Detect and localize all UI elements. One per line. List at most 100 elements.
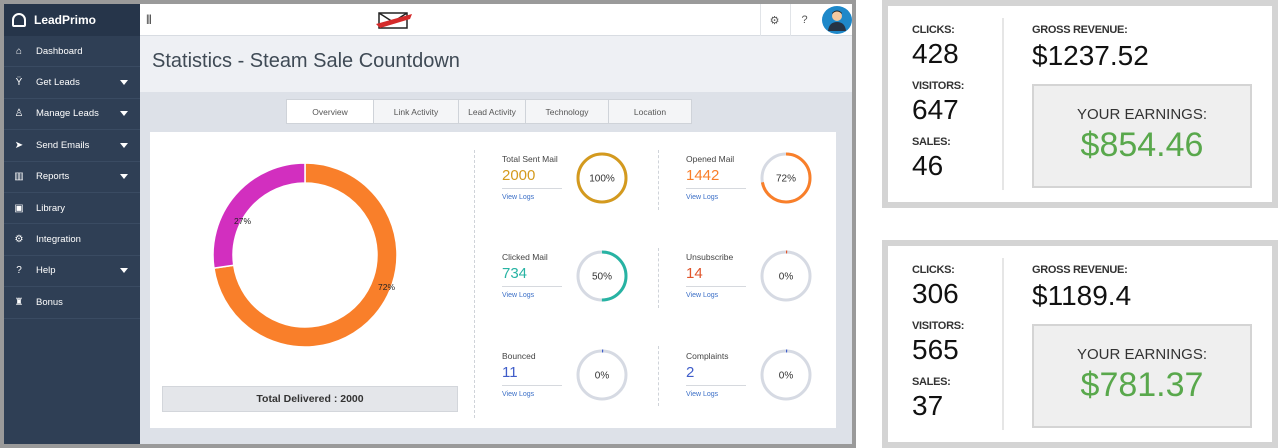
stat-value: 14 [686, 265, 703, 282]
percent-ring: 0% [576, 349, 628, 401]
caret-down-icon[interactable] [120, 174, 128, 180]
settings-button[interactable]: ⚙ [760, 4, 788, 36]
sidebar-item-bonus[interactable]: ♜ Bonus [4, 287, 140, 319]
cogs-icon: ⚙ [14, 234, 24, 246]
home-icon: ⌂ [15, 45, 23, 57]
percent-ring-label: 0% [595, 371, 610, 382]
sidebar-item-help[interactable]: ? Help [4, 256, 140, 288]
gross-revenue-label: GROSS REVENUE: [1032, 24, 1128, 36]
sales-value: 37 [912, 390, 944, 421]
donut-svg [212, 162, 398, 348]
percent-ring-label: 72% [776, 174, 796, 185]
gross-revenue-value: $1237.52 [1032, 40, 1149, 71]
caret-down-icon[interactable] [120, 142, 128, 148]
caret-down-icon[interactable] [120, 111, 128, 117]
gross-revenue-label: GROSS REVENUE: [1032, 264, 1128, 276]
image-icon: ▣ [14, 202, 24, 214]
view-logs-link[interactable]: View Logs [686, 194, 718, 201]
tab-overview[interactable]: Overview [286, 99, 374, 124]
delivery-donut-chart: 72% 27% [210, 160, 400, 350]
earnings-card: CLICKS: 428 VISITORS: 647 SALES: 46 GROSS REVE… [888, 6, 1272, 202]
stat-unsubscribe: Unsubscribe 14 View Logs 0% [686, 250, 836, 322]
user-avatar-icon [828, 10, 846, 31]
stat-value: 1442 [686, 167, 720, 184]
stat-complaints: Complaints 2 View Logs 0% [686, 349, 836, 421]
sidebar-item-label: Manage Leads [36, 108, 99, 120]
visitors-label: VISITORS: [912, 80, 965, 92]
visitors-label: VISITORS: [912, 320, 965, 332]
stat-underline [502, 385, 562, 386]
sidebar-item-manage-leads[interactable]: ♙ Manage Leads [4, 99, 140, 131]
stat-total-sent-mail: Total Sent Mail 2000 View Logs 100% [502, 152, 652, 224]
top-bar: ||| ⚙ ? [140, 4, 852, 36]
card-divider [1002, 18, 1004, 190]
question-icon: ? [801, 14, 808, 26]
stat-label: Complaints [686, 351, 729, 361]
stat-bounced: Bounced 11 View Logs 0% [502, 349, 652, 421]
hamburger-menu-icon[interactable]: ||| [146, 14, 152, 25]
clicks-label: CLICKS: [912, 24, 955, 36]
sidebar-item-label: Reports [36, 171, 70, 183]
percent-ring: 0% [760, 349, 812, 401]
tab-lead-activity[interactable]: Lead Activity [458, 99, 526, 124]
sidebar-item-label: Get Leads [36, 77, 80, 89]
earnings-card-frame: CLICKS: 428 VISITORS: 647 SALES: 46 GROSS REVE… [882, 0, 1278, 208]
sidebar-item-library[interactable]: ▣ Library [4, 193, 140, 225]
stat-label: Opened Mail [686, 154, 735, 164]
percent-ring: 50% [576, 250, 628, 302]
your-earnings-box: YOUR EARNINGS: $781.37 [1032, 324, 1252, 428]
stat-underline [686, 188, 746, 189]
brand-name: LeadPrimo [34, 13, 97, 27]
caret-down-icon[interactable] [120, 268, 128, 274]
divider [474, 150, 475, 418]
sidebar-item-label: Send Emails [36, 139, 90, 151]
view-logs-link[interactable]: View Logs [502, 194, 534, 201]
clicks-value: 306 [912, 278, 959, 309]
view-logs-link[interactable]: View Logs [502, 292, 534, 299]
tab-bar: Overview Link Activity Lead Activity Techno… [286, 99, 692, 124]
stat-underline [686, 385, 746, 386]
stat-underline [686, 286, 746, 287]
brand[interactable]: LeadPrimo [4, 4, 140, 36]
tab-technology[interactable]: Technology [525, 99, 609, 124]
percent-ring-label: 100% [589, 174, 615, 185]
stat-underline [502, 188, 562, 189]
stat-label: Clicked Mail [502, 252, 548, 262]
sidebar-nav: ⌂ Dashboard Ÿ Get Leads ♙ Manage Leads ➤ Send E… [4, 36, 140, 319]
sidebar-item-integration[interactable]: ⚙ Integration [4, 224, 140, 256]
caret-down-icon[interactable] [120, 80, 128, 86]
sidebar-item-get-leads[interactable]: Ÿ Get Leads [4, 67, 140, 99]
help-button[interactable]: ? [790, 4, 818, 36]
your-earnings-value: $781.37 [1080, 366, 1204, 404]
paper-plane-icon: ➤ [14, 139, 24, 151]
stat-underline [502, 286, 562, 287]
sidebar: LeadPrimo ⌂ Dashboard Ÿ Get Leads ♙ Manage Le… [4, 4, 140, 444]
stat-label: Total Sent Mail [502, 154, 558, 164]
your-earnings-label: YOUR EARNINGS: [1076, 106, 1208, 123]
percent-ring: 100% [576, 152, 628, 204]
percent-ring: 72% [760, 152, 812, 204]
sales-value: 46 [912, 150, 944, 181]
sidebar-item-dashboard[interactable]: ⌂ Dashboard [4, 36, 140, 68]
funnel-icon: Ÿ [15, 77, 23, 89]
gross-revenue-value: $1189.4 [1032, 280, 1132, 311]
gear-icon: ⚙ [769, 14, 780, 27]
sidebar-item-reports[interactable]: ▥ Reports [4, 162, 140, 193]
stat-value: 2 [686, 364, 695, 381]
tab-link-activity[interactable]: Link Activity [373, 99, 459, 124]
stat-opened-mail: Opened Mail 1442 View Logs 72% [686, 152, 836, 224]
bar-chart-icon: ▥ [14, 171, 24, 183]
avatar[interactable] [822, 6, 852, 34]
your-earnings-box: YOUR EARNINGS: $854.46 [1032, 84, 1252, 188]
visitors-value: 647 [912, 94, 959, 125]
percent-ring-label: 0% [779, 272, 794, 283]
tab-location[interactable]: Location [608, 99, 692, 124]
sidebar-item-send-emails[interactable]: ➤ Send Emails [4, 130, 140, 162]
sidebar-item-label: Integration [36, 234, 81, 246]
view-logs-link[interactable]: View Logs [502, 391, 534, 398]
clicks-label: CLICKS: [912, 264, 955, 276]
view-logs-link[interactable]: View Logs [686, 292, 718, 299]
sales-label: SALES: [912, 136, 951, 148]
view-logs-link[interactable]: View Logs [686, 391, 718, 398]
divider [658, 346, 659, 406]
